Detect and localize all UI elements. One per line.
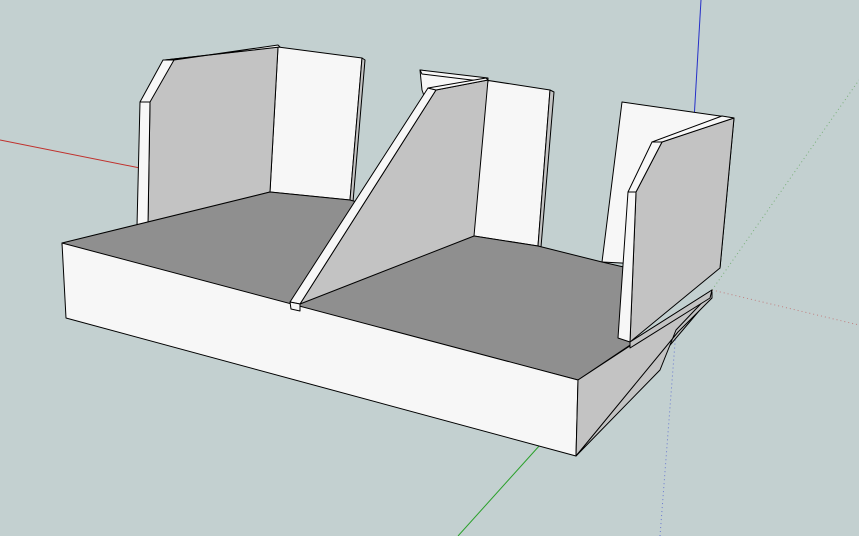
modeling-viewport[interactable] <box>0 0 859 536</box>
green-axis <box>457 444 541 536</box>
green-axis-dotted <box>711 79 859 291</box>
red-axis-dotted <box>711 289 859 326</box>
left-side-panel-front-edge <box>136 101 151 227</box>
viewport-canvas[interactable] <box>0 0 859 536</box>
back-left-panel[interactable] <box>269 46 363 201</box>
model-geometry[interactable] <box>61 44 735 457</box>
blue-axis <box>693 0 702 121</box>
red-axis <box>0 139 141 169</box>
